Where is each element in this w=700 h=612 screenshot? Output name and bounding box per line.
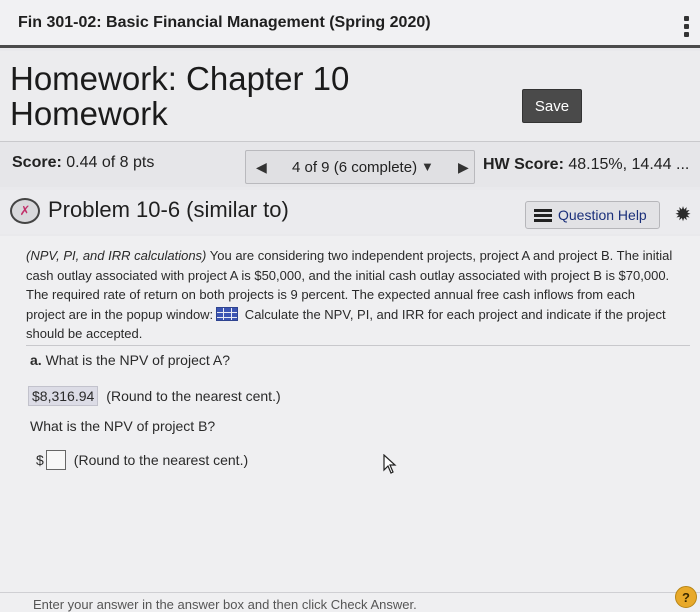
gear-icon[interactable]: ✹ xyxy=(672,204,694,226)
answer-a-box[interactable]: $8,316.94 xyxy=(28,386,99,406)
score-value: 0.44 of 8 pts xyxy=(66,154,155,171)
hw-score-value: 48.15%, 14.44 ... xyxy=(568,156,690,173)
score-label: Score: xyxy=(12,154,62,171)
answer-b-hint: (Round to the nearest cent.) xyxy=(73,452,249,468)
score-summary: Score: 0.44 of 8 pts xyxy=(12,154,154,172)
mouse-cursor-icon xyxy=(383,454,397,474)
question-help-button[interactable]: Question Help xyxy=(525,201,660,229)
answer-b-currency: $ xyxy=(36,452,44,468)
question-navigator[interactable]: ◀ 4 of 9 (6 complete) ▼ ▶ xyxy=(245,150,475,184)
problem-title: Problem 10-6 (similar to) xyxy=(48,197,289,222)
score-bar: Score: 0.44 of 8 pts ◀ 4 of 9 (6 complet… xyxy=(0,141,700,187)
save-button[interactable]: Save xyxy=(522,89,582,123)
question-b: What is the NPV of project B? xyxy=(30,418,216,434)
answer-b-input[interactable] xyxy=(45,450,66,470)
problem-content: (NPV, PI, and IRR calculations) You are … xyxy=(0,236,700,612)
list-icon xyxy=(534,208,552,222)
footer-instruction: Enter your answer in the answer box and … xyxy=(33,597,417,612)
hw-score: HW Score: 48.15%, 14.44 ... xyxy=(483,156,689,174)
answer-a-value: 8,316.94 xyxy=(39,388,95,404)
hw-score-label: HW Score: xyxy=(483,156,564,173)
answer-b-row: $ (Round to the nearest cent.) xyxy=(36,450,248,470)
answer-a-currency: $ xyxy=(32,388,40,404)
question-a: a. What is the NPV of project A? xyxy=(30,352,230,368)
problem-topic: (NPV, PI, and IRR calculations) xyxy=(26,248,207,263)
question-progress[interactable]: 4 of 9 (6 complete) xyxy=(292,159,417,176)
previous-question-icon[interactable]: ◀ xyxy=(256,159,267,176)
menu-icon[interactable] xyxy=(684,16,690,38)
next-question-icon[interactable]: ▶ xyxy=(458,159,469,176)
divider xyxy=(26,345,690,346)
caret-down-icon[interactable]: ▼ xyxy=(421,159,434,174)
problem-statement: (NPV, PI, and IRR calculations) You are … xyxy=(26,246,676,344)
question-help-label: Question Help xyxy=(558,207,647,223)
help-icon[interactable]: ? xyxy=(675,586,697,608)
answer-a-hint: (Round to the nearest cent.) xyxy=(106,388,281,404)
question-a-text: What is the NPV of project A? xyxy=(45,352,230,368)
question-a-prefix: a. xyxy=(30,352,42,368)
footer: Enter your answer in the answer box and … xyxy=(0,592,700,612)
data-table-icon[interactable] xyxy=(216,306,239,321)
answer-a-row: $8,316.94 (Round to the nearest cent.) xyxy=(28,386,281,406)
problem-bar: ✗ Problem 10-6 (similar to) Question Hel… xyxy=(0,190,700,234)
partial-credit-icon: ✗ xyxy=(10,198,40,224)
course-title: Fin 301-02: Basic Financial Management (… xyxy=(18,14,431,31)
homework-header: Homework: Chapter 10 Homework Save xyxy=(0,51,700,141)
course-header: Fin 301-02: Basic Financial Management (… xyxy=(0,0,700,48)
page-title: Homework: Chapter 10 Homework xyxy=(10,60,350,132)
